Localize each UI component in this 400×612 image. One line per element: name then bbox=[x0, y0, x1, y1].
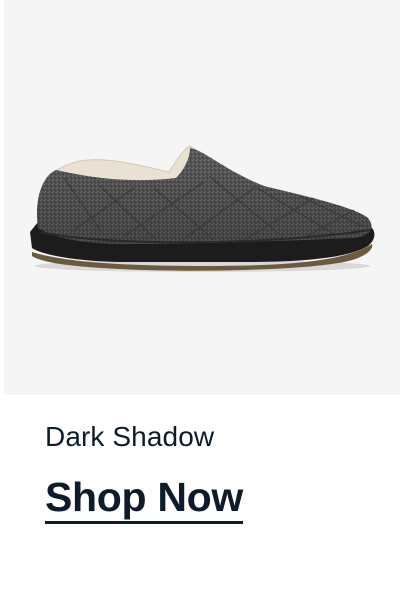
product-card[interactable]: Dark Shadow Shop Now bbox=[0, 0, 400, 612]
color-name: Dark Shadow bbox=[45, 421, 215, 452]
product-image[interactable] bbox=[4, 0, 400, 395]
shop-now-link[interactable]: Shop Now bbox=[45, 474, 243, 524]
product-image-panel[interactable] bbox=[4, 0, 400, 395]
